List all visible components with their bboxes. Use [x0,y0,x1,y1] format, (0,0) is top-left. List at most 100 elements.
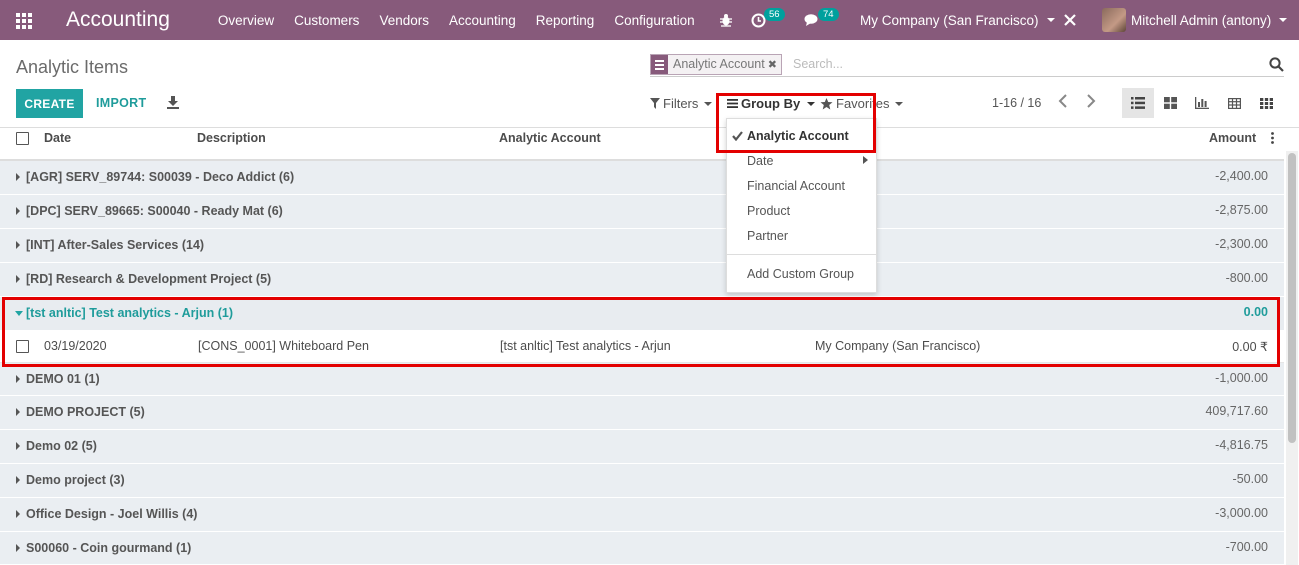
group-row[interactable]: [AGR] SERV_89744: S00039 - Deco Addict (… [0,161,1284,195]
group-option-label: Partner [747,229,788,243]
pivot-view-icon[interactable] [1218,88,1250,118]
user-menu[interactable]: Mitchell Admin (antony) [1102,0,1288,40]
group-amount: -2,400.00 [1215,169,1268,183]
group-name: Demo project (3) [26,473,125,487]
group-option-product[interactable]: Product [747,204,790,218]
star-icon [820,97,833,109]
search-facet[interactable]: Analytic Account ✖ [650,54,782,75]
menu-vendors[interactable]: Vendors [379,13,429,28]
graph-view-icon[interactable] [1186,88,1218,118]
group-option-analytic-account[interactable]: Analytic Account [732,129,849,143]
table-row[interactable]: 03/19/2020 [CONS_0001] Whiteboard Pen [t… [0,331,1284,363]
group-option-label: Date [747,154,774,168]
caret-right-icon [16,408,20,416]
filters-button[interactable]: Filters [650,96,713,111]
group-row[interactable]: DEMO 01 (1) -1,000.00 [0,363,1284,396]
select-all-checkbox[interactable] [16,132,29,145]
grid-view-icon[interactable] [1250,88,1282,118]
group-name: S00060 - Coin gourmand (1) [26,541,192,555]
menu-configuration[interactable]: Configuration [614,13,694,28]
group-name: DEMO 01 (1) [26,372,100,386]
messages-icon[interactable] [804,0,820,40]
scrollbar[interactable] [1286,151,1298,565]
group-row[interactable]: Demo project (3) -50.00 [0,464,1284,498]
group-amount: 0.00 [1243,305,1268,319]
group-amount: -4,816.75 [1215,438,1268,452]
tools-icon[interactable] [1063,0,1077,40]
bug-icon[interactable] [719,0,733,40]
pager-next-icon[interactable] [1086,94,1096,113]
avatar [1102,8,1126,32]
favorites-label: Favorites [836,96,890,111]
group-option-financial-account[interactable]: Financial Account [747,179,845,193]
kanban-view-icon[interactable] [1154,88,1186,118]
caret-right-icon [16,241,20,249]
group-row[interactable]: [DPC] SERV_89665: S00040 - Ready Mat (6)… [0,195,1284,229]
group-name: [AGR] SERV_89744: S00039 - Deco Addict (… [26,170,295,184]
user-name: Mitchell Admin (antony) [1131,12,1272,28]
remove-facet-icon[interactable]: ✖ [768,55,781,74]
app-title[interactable]: Accounting [66,8,170,32]
group-row[interactable]: [RD] Research & Development Project (5) … [0,263,1284,297]
favorites-button[interactable]: Favorites [820,96,904,111]
group-name: [RD] Research & Development Project (5) [26,272,272,286]
pager-previous-icon[interactable] [1058,94,1068,113]
group-option-date[interactable]: Date [747,154,773,168]
chevron-down-icon [1046,18,1055,22]
import-button[interactable]: IMPORT [96,96,146,110]
row-checkbox[interactable] [16,340,29,353]
group-name: DEMO PROJECT (5) [26,405,145,419]
row-company: My Company (San Francisco) [815,339,981,353]
column-description[interactable]: Description [197,131,266,145]
column-analytic-account[interactable]: Analytic Account [499,131,601,145]
list-view-icon[interactable] [1122,88,1154,118]
group-row[interactable]: Demo 02 (5) -4,816.75 [0,430,1284,464]
menu-accounting[interactable]: Accounting [449,13,516,28]
column-options-icon[interactable] [1271,132,1274,147]
group-row[interactable]: S00060 - Coin gourmand (1) -700.00 [0,532,1284,565]
company-switcher[interactable]: My Company (San Francisco) [860,0,1055,40]
caret-right-icon [16,173,20,181]
menu-customers[interactable]: Customers [294,13,359,28]
caret-right-icon [16,275,20,283]
column-date[interactable]: Date [44,131,71,145]
company-name: My Company (San Francisco) [860,12,1039,28]
search-input[interactable]: Search... [793,57,843,71]
group-row[interactable]: DEMO PROJECT (5) 409,717.60 [0,396,1284,430]
column-amount[interactable]: Amount [1209,131,1256,145]
chevron-down-icon [895,101,904,106]
table-header: Date Description Analytic Account Amount [0,128,1284,161]
activity-icon[interactable] [751,0,766,40]
search-facet-value: Analytic Account [673,57,765,71]
search-icon[interactable] [1269,57,1284,75]
add-custom-group-button[interactable]: Add Custom Group [747,267,854,281]
group-name: [tst anltic] Test analytics - Arjun (1) [26,306,233,320]
message-count-badge: 74 [818,8,839,21]
group-by-button[interactable]: Group By [727,96,816,111]
group-by-label: Group By [741,96,801,111]
group-row[interactable]: [INT] After-Sales Services (14) -2,300.0… [0,229,1284,263]
caret-right-icon [863,156,868,164]
caret-right-icon [16,476,20,484]
download-icon[interactable] [166,95,180,109]
group-by-facet-icon [651,55,668,74]
group-option-partner[interactable]: Partner [747,229,788,243]
caret-down-icon [15,311,23,316]
group-row[interactable]: Office Design - Joel Willis (4) -3,000.0… [0,498,1284,532]
group-name: [INT] After-Sales Services (14) [26,238,205,252]
pager-value[interactable]: 1-16 / 16 [992,96,1041,110]
control-panel: Analytic Items CREATE IMPORT Analytic Ac… [0,40,1299,128]
group-row-expanded[interactable]: [tst anltic] Test analytics - Arjun (1) … [0,297,1284,331]
row-description: [CONS_0001] Whiteboard Pen [198,339,369,353]
search-bar: Analytic Account ✖ Search... [650,53,1284,77]
caret-right-icon [16,544,20,552]
scrollbar-thumb[interactable] [1288,153,1296,443]
create-button[interactable]: CREATE [16,89,83,118]
caret-right-icon [16,207,20,215]
group-amount: -800.00 [1225,271,1268,285]
apps-grid-icon[interactable] [16,13,34,29]
menu-reporting[interactable]: Reporting [536,13,595,28]
group-option-label: Analytic Account [747,129,849,143]
chevron-down-icon [1279,18,1288,22]
menu-overview[interactable]: Overview [218,13,274,28]
